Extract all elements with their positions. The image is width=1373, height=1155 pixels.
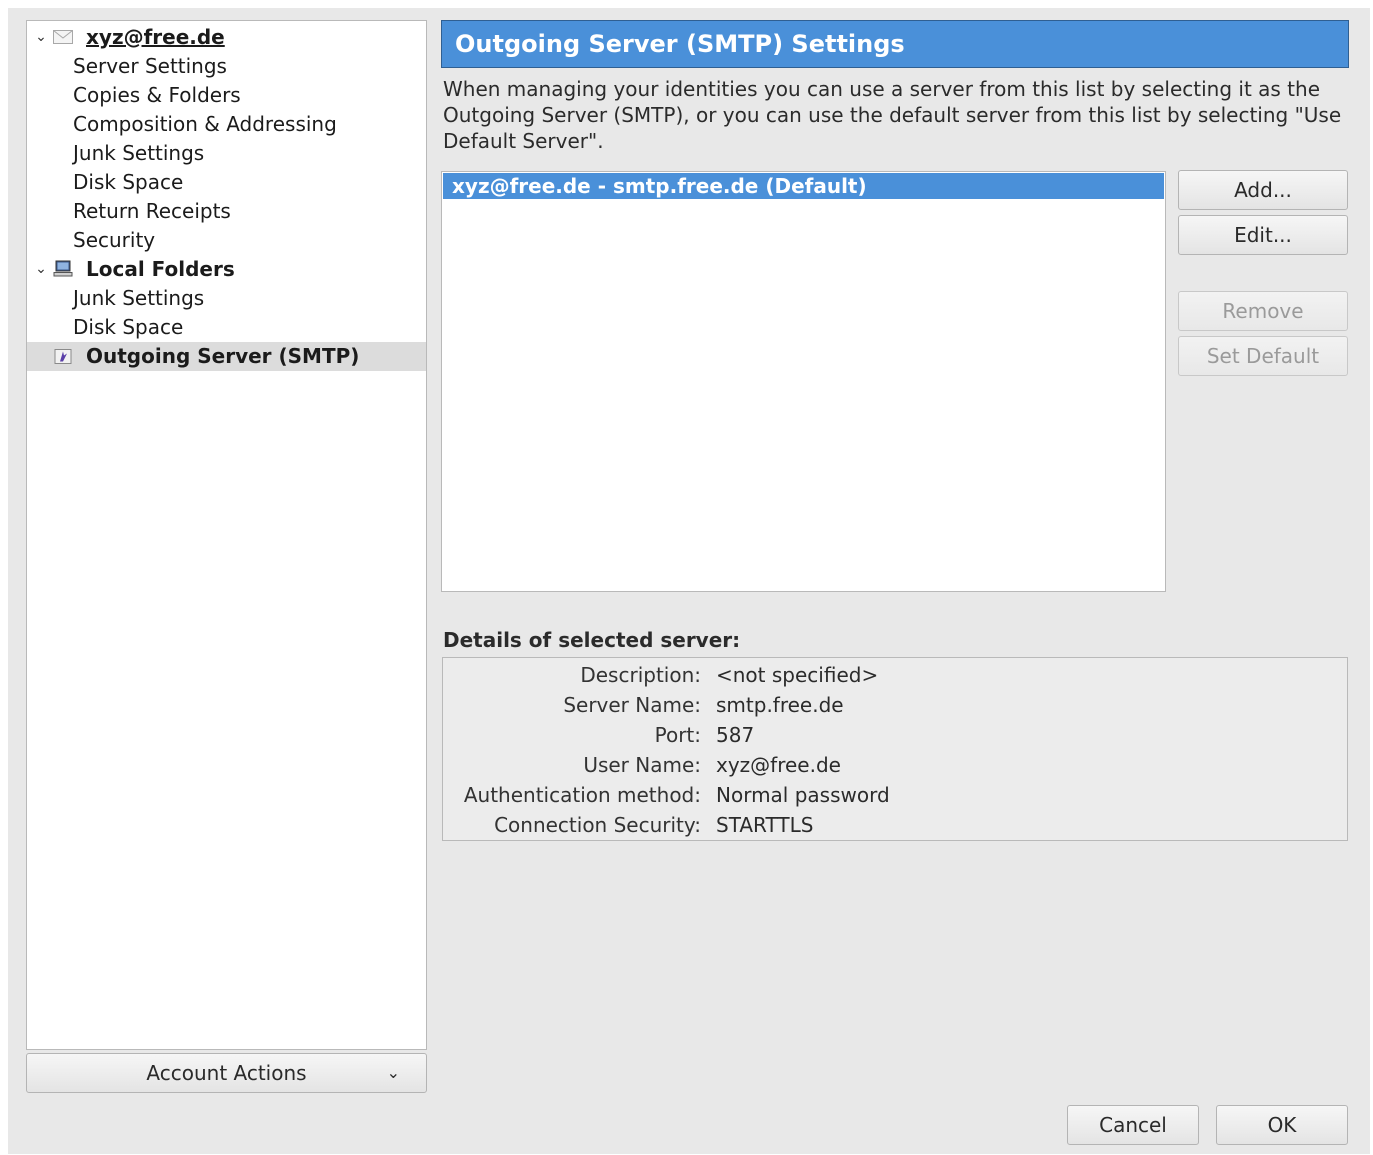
tree-account-xyz[interactable]: ⌄ xyz@free.de	[27, 23, 426, 52]
chevron-down-icon[interactable]: ⌄	[33, 255, 49, 284]
computer-icon	[53, 260, 73, 277]
detail-value: smtp.free.de	[716, 693, 844, 717]
detail-label: Connection Security:	[494, 813, 701, 837]
tree-item-junk-settings[interactable]: Junk Settings	[27, 139, 426, 168]
tree-local-folders[interactable]: ⌄ Local Folders	[27, 255, 426, 284]
tree-item-copies-folders[interactable]: Copies & Folders	[27, 81, 426, 110]
detail-value: <not specified>	[716, 663, 879, 687]
detail-value: STARTTLS	[716, 813, 814, 837]
tree-item-security[interactable]: Security	[27, 226, 426, 255]
tree-item-label: Junk Settings	[73, 286, 205, 310]
tree-item-label: Junk Settings	[73, 141, 205, 165]
edit-server-button[interactable]: Edit...	[1178, 215, 1348, 255]
tree-item-label: Security	[73, 228, 156, 252]
detail-label: Server Name:	[563, 693, 701, 717]
detail-label: Authentication method:	[463, 783, 701, 807]
tree-item-label: Disk Space	[73, 315, 184, 339]
account-actions-button[interactable]: Account Actions ⌄	[26, 1053, 427, 1093]
detail-port: Port: 587	[443, 720, 1347, 750]
smtp-description: When managing your identities you can us…	[443, 77, 1342, 153]
account-label: xyz@free.de	[86, 25, 225, 49]
ok-button[interactable]: OK	[1216, 1105, 1348, 1145]
page-title: Outgoing Server (SMTP) Settings	[441, 20, 1349, 68]
tree-item-label: Composition & Addressing	[73, 112, 337, 136]
detail-label: Description:	[580, 663, 701, 687]
detail-connection-security: Connection Security: STARTTLS	[443, 810, 1347, 840]
tree-item-local-disk-space[interactable]: Disk Space	[27, 313, 426, 342]
envelope-icon	[53, 30, 73, 44]
detail-value: xyz@free.de	[716, 753, 841, 777]
tree-item-local-junk-settings[interactable]: Junk Settings	[27, 284, 426, 313]
cancel-button[interactable]: Cancel	[1067, 1105, 1199, 1145]
add-server-button[interactable]: Add...	[1178, 170, 1348, 210]
detail-value: Normal password	[716, 783, 890, 807]
outgoing-server-icon	[54, 349, 72, 364]
remove-server-button[interactable]: Remove	[1178, 291, 1348, 331]
account-tree[interactable]: ⌄ xyz@free.de Server Settings Copies & F…	[26, 20, 427, 1050]
tree-item-return-receipts[interactable]: Return Receipts	[27, 197, 426, 226]
detail-user-name: User Name: xyz@free.de	[443, 750, 1347, 780]
set-default-button[interactable]: Set Default	[1178, 336, 1348, 376]
smtp-server-list[interactable]: xyz@free.de - smtp.free.de (Default)	[441, 171, 1166, 592]
local-folders-label: Local Folders	[86, 257, 235, 281]
server-list-item[interactable]: xyz@free.de - smtp.free.de (Default)	[443, 173, 1164, 199]
tree-item-composition-addressing[interactable]: Composition & Addressing	[27, 110, 426, 139]
tree-item-label: Disk Space	[73, 170, 184, 194]
detail-label: Port:	[654, 723, 701, 747]
tree-item-label: Server Settings	[73, 54, 227, 78]
detail-auth-method: Authentication method: Normal password	[443, 780, 1347, 810]
tree-item-server-settings[interactable]: Server Settings	[27, 52, 426, 81]
detail-description: Description: <not specified>	[443, 660, 1347, 690]
details-heading: Details of selected server:	[443, 628, 741, 652]
account-settings-dialog: ⌄ xyz@free.de Server Settings Copies & F…	[8, 8, 1370, 1154]
outgoing-server-label: Outgoing Server (SMTP)	[86, 344, 360, 368]
tree-item-label: Return Receipts	[73, 199, 231, 223]
chevron-down-icon: ⌄	[386, 1063, 400, 1082]
server-details: Description: <not specified> Server Name…	[442, 657, 1348, 841]
tree-item-outgoing-server[interactable]: Outgoing Server (SMTP)	[27, 342, 426, 371]
tree-item-label: Copies & Folders	[73, 83, 241, 107]
chevron-down-icon[interactable]: ⌄	[33, 23, 49, 52]
detail-label: User Name:	[583, 753, 701, 777]
detail-value: 587	[716, 723, 755, 747]
detail-server-name: Server Name: smtp.free.de	[443, 690, 1347, 720]
tree-item-disk-space[interactable]: Disk Space	[27, 168, 426, 197]
account-actions-label: Account Actions	[146, 1061, 307, 1085]
